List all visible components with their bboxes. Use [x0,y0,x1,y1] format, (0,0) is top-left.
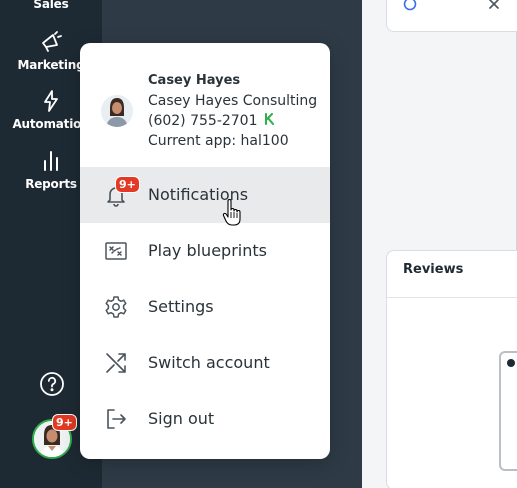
account-name: Casey Hayes [148,73,241,88]
person-photo-icon [101,95,133,127]
account-menu: Casey Hayes Casey Hayes Consulting (602)… [80,43,330,459]
account-phone: (602) 755-2701 [148,113,258,129]
account-details: Casey Hayes Casey Hayes Consulting (602)… [148,71,317,151]
account-profile: Casey Hayes Casey Hayes Consulting (602)… [80,43,330,167]
divider [387,297,517,298]
menu-item-switch-account[interactable]: Switch account [80,335,330,391]
bar-chart-icon [44,151,58,171]
status-icon [403,0,417,11]
sidebar-item-label: Sales [33,0,69,11]
close-icon[interactable] [487,0,501,11]
menu-item-settings[interactable]: Settings [80,279,330,335]
notification-count-badge: 9+ [52,414,77,431]
menu-item-label: Switch account [148,353,270,372]
menu-item-sign-out[interactable]: Sign out [80,391,330,447]
blueprint-icon [105,242,127,260]
avatar [101,95,133,127]
user-avatar-button[interactable]: 9+ [32,414,77,459]
help-circle-icon[interactable] [39,371,65,397]
reviews-preview [499,351,517,471]
reviews-title: Reviews [403,262,464,277]
menu-item-play-blueprints[interactable]: Play blueprints [80,223,330,279]
phone-status-icon [264,113,274,125]
megaphone-icon [42,31,62,52]
preview-dot-icon [507,359,515,367]
sign-out-icon [107,409,126,429]
account-company: Casey Hayes Consulting [148,93,318,109]
menu-item-notifications[interactable]: 9+ Notifications [80,167,330,223]
reviews-card: Reviews [386,250,517,488]
notifications-badge: 9+ [115,176,140,193]
hand-cursor-icon [222,199,241,226]
shuffle-icon [106,353,126,373]
lightning-icon [44,90,58,112]
menu-item-label: Play blueprints [148,241,267,260]
menu-item-label: Settings [148,297,214,316]
top-card [386,0,517,32]
menu-item-label: Sign out [148,409,215,428]
gear-icon [105,296,127,318]
account-phone-row: (602) 755-2701 [148,111,317,131]
sidebar-item-sales[interactable]: Sales [0,0,102,11]
current-app: Current app: hal100 [148,133,289,149]
